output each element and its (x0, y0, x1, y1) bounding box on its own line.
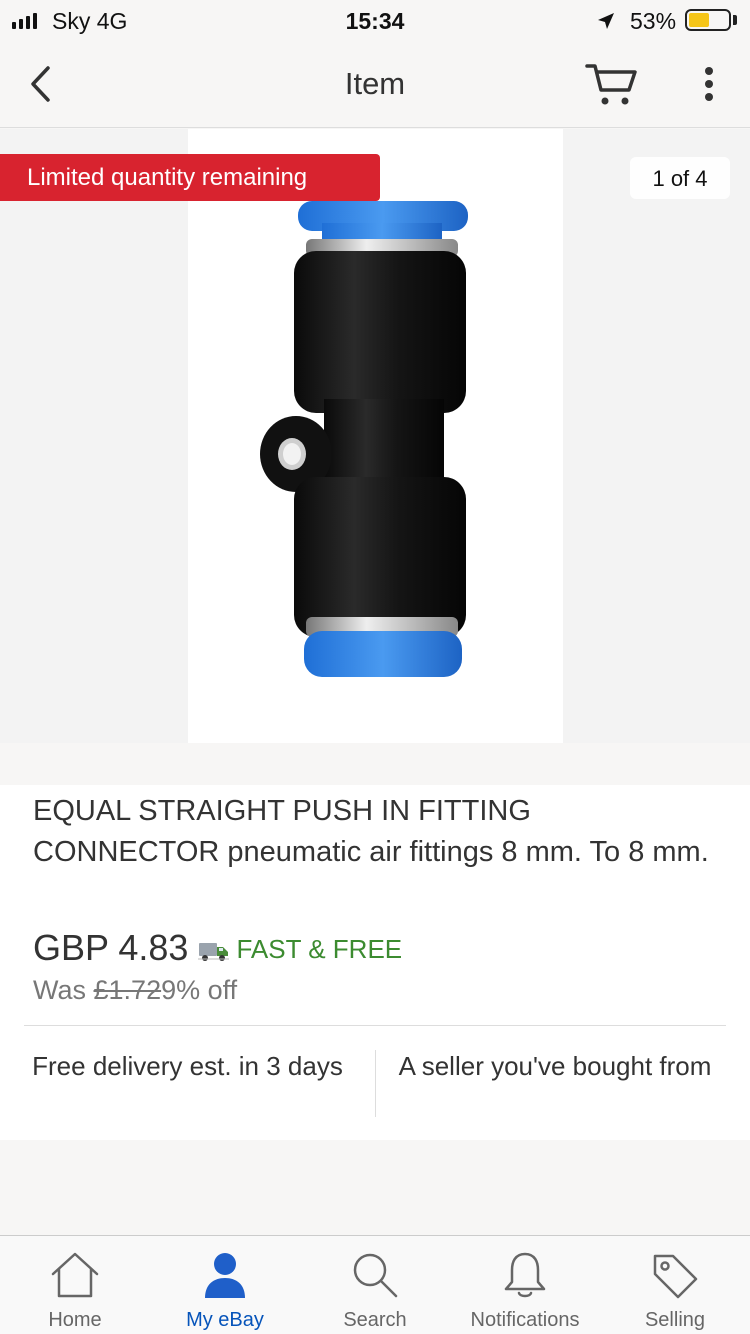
battery-percent: 53% (630, 8, 677, 34)
bell-icon (504, 1252, 546, 1298)
product-image (260, 201, 468, 677)
tab-home[interactable]: Home (0, 1236, 150, 1334)
discount-label: 9% off (161, 975, 238, 1005)
original-price: £1.72 (93, 975, 162, 1005)
product-title: EQUAL STRAIGHT PUSH IN FITTING CONNECTOR… (33, 795, 709, 868)
person-icon (205, 1253, 245, 1298)
cart-button[interactable] (584, 60, 640, 110)
image-counter: 1 of 4 (630, 157, 730, 199)
more-options-button[interactable] (694, 62, 724, 106)
cart-icon (585, 64, 637, 105)
tab-label: Notifications (470, 1309, 580, 1331)
more-vertical-icon (705, 67, 713, 101)
nav-bar: Item (0, 40, 750, 128)
battery-icon (685, 9, 731, 31)
tab-notifications[interactable]: Notifications (450, 1236, 600, 1334)
divider (24, 1025, 726, 1026)
tab-search[interactable]: Search (300, 1236, 450, 1334)
tab-label: My eBay (186, 1309, 264, 1331)
item-details: EQUAL STRAIGHT PUSH IN FITTING CONNECTOR… (0, 785, 750, 1140)
product-image-gallery[interactable]: Limited quantity remaining 1 of 4 (0, 129, 750, 743)
search-icon (353, 1253, 398, 1298)
location-arrow-icon (598, 13, 614, 29)
seller-note: A seller you've bought from (398, 1051, 712, 1081)
tab-selling[interactable]: Selling (600, 1236, 750, 1334)
tab-label: Selling (644, 1309, 706, 1331)
shipping-label: FAST & FREE (236, 933, 403, 964)
was-label: Was (33, 975, 86, 1005)
status-bar: Sky 4G 15:34 53% (0, 0, 750, 40)
price: GBP 4.83 (33, 927, 189, 968)
tab-bar: Home My eBay Search Notifications Sellin… (0, 1235, 750, 1334)
was-price-row: Was £1.729% off (33, 975, 237, 1006)
tab-my-ebay[interactable]: My eBay (150, 1236, 300, 1334)
limited-quantity-badge: Limited quantity remaining (0, 154, 380, 201)
tag-icon (653, 1254, 698, 1299)
price-row: GBP 4.83 FAST & FREE (33, 927, 402, 969)
delivery-estimate: Free delivery est. in 3 days (32, 1051, 343, 1081)
home-icon (51, 1252, 99, 1298)
tab-label: Home (48, 1309, 102, 1331)
delivery-truck-icon (198, 943, 230, 961)
tab-label: Search (343, 1309, 407, 1331)
